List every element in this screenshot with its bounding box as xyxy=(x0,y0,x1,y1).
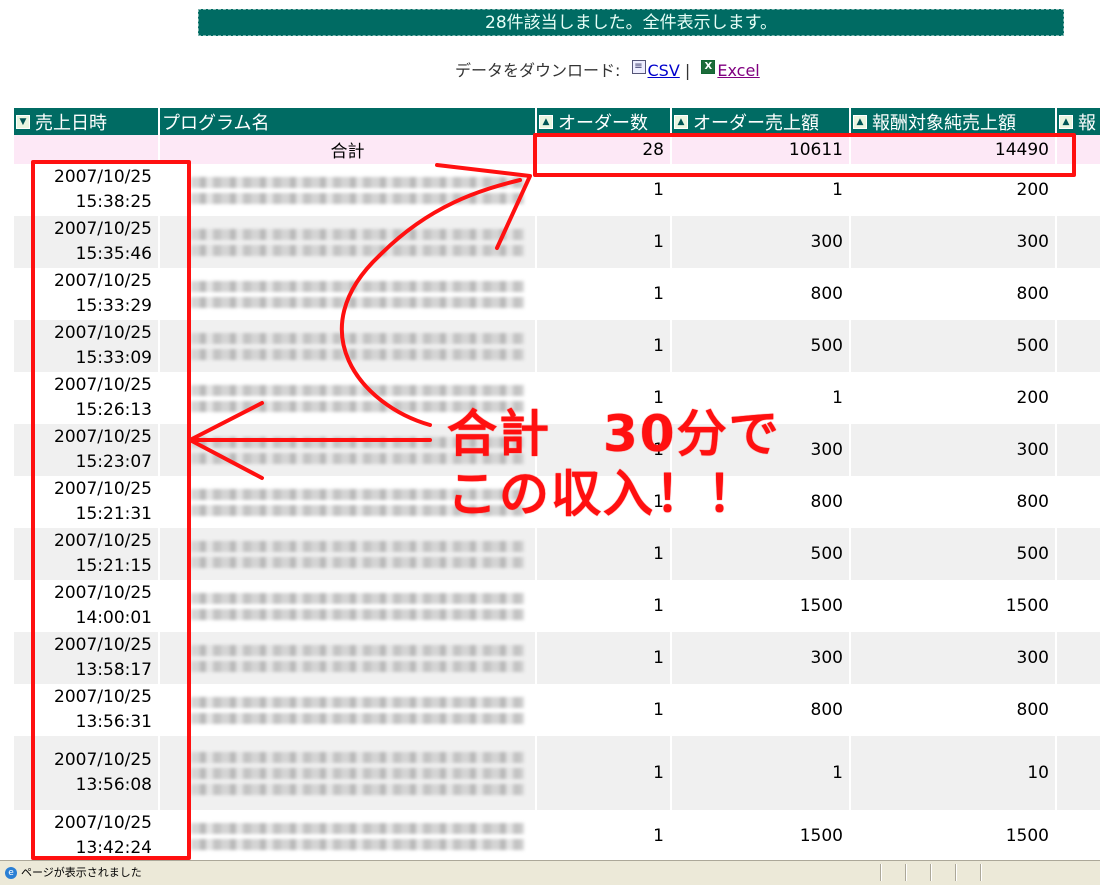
status-text: ページが表示されました xyxy=(21,866,142,879)
curved-arrow-to-total xyxy=(339,178,522,427)
arrow-head-upper xyxy=(435,163,532,250)
total-row-highlight-box xyxy=(533,133,1076,177)
date-column-highlight-box xyxy=(31,160,191,860)
status-bar: e ページが表示されました xyxy=(0,860,1100,885)
browser-page-icon: e xyxy=(5,867,17,879)
annotation-line-2: この収入！！ xyxy=(447,465,759,523)
annotation-text: 合計 30分で この収入！！ xyxy=(447,404,781,524)
annotation-line-1: 合計 30分で xyxy=(447,405,781,463)
